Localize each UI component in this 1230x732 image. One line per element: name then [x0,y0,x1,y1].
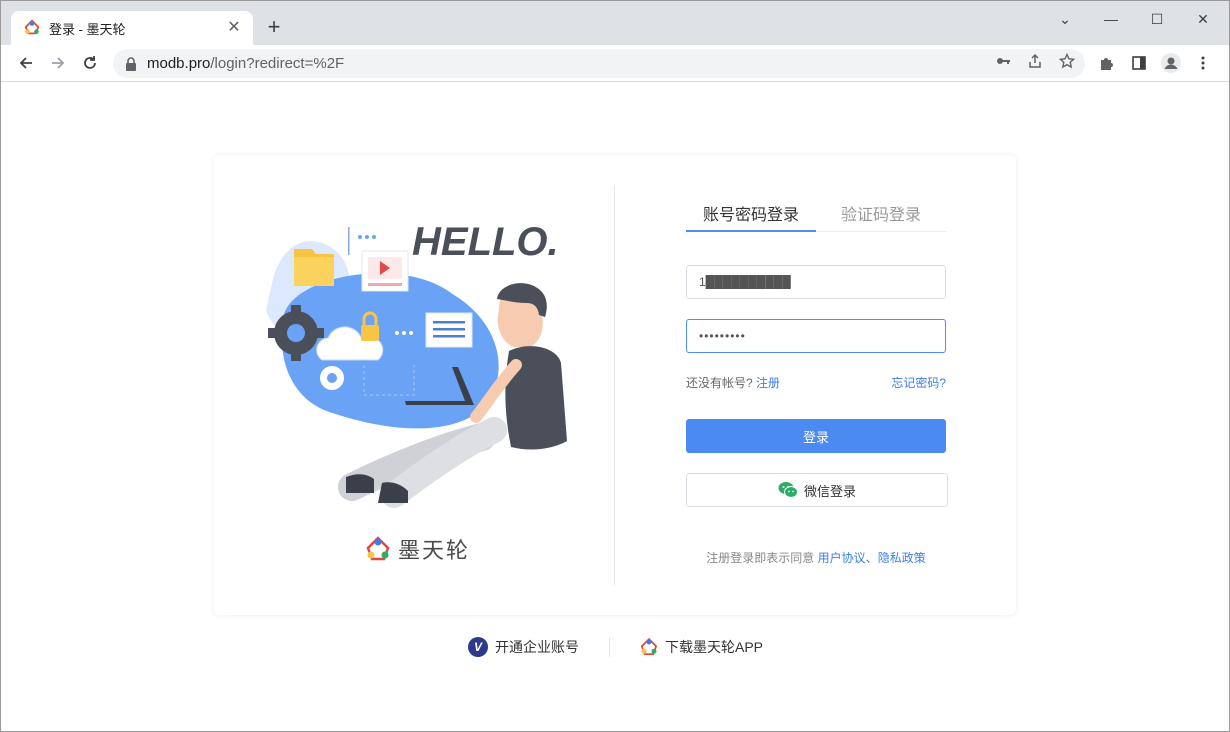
enterprise-label: 开通企业账号 [495,639,579,655]
agree-prefix: 注册登录即表示同意 [706,551,815,565]
no-account-text: 还没有帐号? [686,376,753,390]
reload-icon[interactable] [78,51,102,75]
agreement-text: 注册登录即表示同意 用户协议、隐私政策 [686,549,946,566]
brand-name: 墨天轮 [398,538,471,563]
maximize-button[interactable]: ☐ [1135,7,1179,31]
user-agreement-link[interactable]: 用户协议 [818,551,866,565]
side-panel-icon[interactable] [1127,51,1151,75]
login-form: 账号密码登录 验证码登录 还没有帐号? 注册 忘记密码? 登录 [686,185,948,565]
browser-tab-login[interactable]: 登录 - 墨天轮 ✕ [11,11,253,45]
agreement-separator: 、 [865,551,878,565]
wechat-login-button[interactable]: 微信登录 [686,473,948,507]
browser-toolbar: modb.pro/login?redirect=%2F [1,45,1229,82]
message-card-icon [425,312,473,348]
tab-code-login[interactable]: 验证码登录 [841,201,921,225]
enterprise-account-link[interactable]: V 开通企业账号 [468,635,579,659]
url-host: modb.pro [147,55,211,72]
folder-icon [294,249,334,286]
footer-separator [609,637,610,657]
back-arrow-icon[interactable] [14,51,38,75]
enterprise-v-icon: V [468,637,488,657]
account-links: 还没有帐号? 注册 忘记密码? [686,374,946,391]
lock-icon [126,56,136,71]
video-play-icon [361,250,409,292]
footer-links: V 开通企业账号 下载墨天轮APP [1,635,1229,659]
tab-search-icon[interactable]: ⌄ [1043,7,1087,31]
page-viewport: HELLO. 墨天轮 账号密码登录 验证码登录 1██████████ ••••… [1,83,1229,731]
forgot-password-link[interactable]: 忘记密码? [891,374,946,391]
brand-logo: 墨天轮 [364,533,470,565]
browser-window: 登录 - 墨天轮 ✕ + ⌄ — ☐ ✕ modb.pro/login?redi… [0,0,1230,732]
tab-password-login[interactable]: 账号密码登录 [703,201,799,225]
share-icon[interactable] [1025,53,1045,73]
hello-illustration: HELLO. [266,220,567,508]
active-tab-underline [686,230,816,232]
key-icon[interactable] [993,53,1013,73]
modb-logo-icon [24,19,40,35]
tab-close-icon[interactable]: ✕ [225,19,243,37]
login-button[interactable]: 登录 [686,419,946,453]
wechat-icon [778,482,798,498]
username-input[interactable] [686,265,946,299]
menu-kebab-icon[interactable] [1191,51,1215,75]
minimize-button[interactable]: — [1089,7,1133,31]
new-tab-button[interactable]: + [263,16,285,39]
download-app-link[interactable]: 下载墨天轮APP [639,635,763,659]
card-divider [614,185,615,585]
forward-arrow-icon[interactable] [46,51,70,75]
profile-avatar-icon[interactable] [1159,51,1183,75]
login-tabs: 账号密码登录 验证码登录 [686,185,946,232]
download-app-label: 下载墨天轮APP [665,639,764,655]
register-link[interactable]: 注册 [756,376,780,390]
extensions-puzzle-icon[interactable] [1095,51,1119,75]
wechat-login-label: 微信登录 [803,483,856,499]
hello-text: HELLO. [412,220,559,264]
password-input[interactable] [686,319,946,353]
close-window-button[interactable]: ✕ [1181,7,1225,31]
small-gear-icon [320,366,344,390]
modb-logo-icon [640,637,658,656]
bookmark-star-icon[interactable] [1057,52,1077,73]
privacy-policy-link[interactable]: 隐私政策 [878,551,926,565]
tab-title: 登录 - 墨天轮 [49,21,126,37]
address-bar[interactable]: modb.pro/login?redirect=%2F [113,49,1085,78]
tab-strip: 登录 - 墨天轮 ✕ + ⌄ — ☐ ✕ [1,1,1229,45]
modb-logo-icon [366,536,390,561]
url-path: /login?redirect=%2F [210,55,345,72]
login-card: HELLO. 墨天轮 账号密码登录 验证码登录 1██████████ ••••… [214,155,1016,615]
